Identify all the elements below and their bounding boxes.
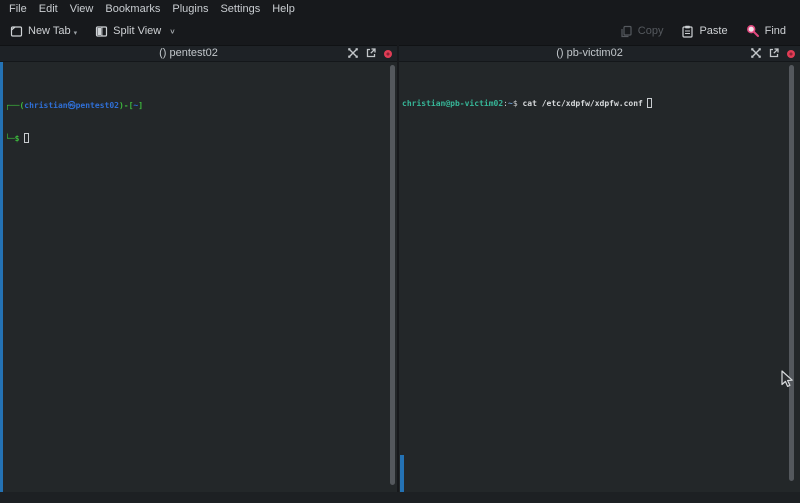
pane-header-pb-victim02[interactable]: () pb-victim02	[399, 45, 800, 62]
terminal-screen-pentest02[interactable]: ┌──(christian㉿pentest02)-[~] └─$	[0, 62, 397, 492]
prompt-line-1: ┌──(christian㉿pentest02)-[~]	[5, 100, 389, 111]
command-line: christian@pb-victim02:~$ cat /etc/xdpfw/…	[402, 98, 792, 109]
text-cursor	[24, 133, 29, 143]
terminal-screen-pb-victim02[interactable]: christian@pb-victim02:~$ cat /etc/xdpfw/…	[399, 62, 800, 492]
konsole-window: File Edit View Bookmarks Plugins Setting…	[0, 0, 800, 503]
window-bottom-edge	[0, 492, 800, 503]
close-view-button[interactable]	[787, 50, 795, 58]
scroll-highlight-bar	[0, 62, 3, 492]
split-view-icon	[95, 25, 108, 38]
paste-button[interactable]: Paste	[675, 22, 733, 41]
prompt-line-2: └─$	[5, 133, 389, 144]
copy-icon	[620, 25, 633, 38]
pane-title: () pentest02	[0, 46, 397, 61]
paste-icon	[681, 25, 694, 38]
terminal-pane-pb-victim02: () pb-victim02	[399, 45, 800, 492]
text-cursor	[647, 98, 652, 108]
menu-file[interactable]: File	[3, 0, 33, 18]
new-tab-label: New Tab	[28, 25, 71, 37]
paste-label: Paste	[699, 25, 727, 37]
left-pane-scrollbar[interactable]	[390, 65, 395, 485]
pane-title: () pb-victim02	[399, 46, 800, 61]
copy-label: Copy	[638, 25, 664, 37]
find-icon	[746, 24, 760, 38]
menu-edit[interactable]: Edit	[33, 0, 64, 18]
menu-bar: File Edit View Bookmarks Plugins Setting…	[0, 0, 800, 18]
scroll-highlight-marker	[400, 455, 404, 492]
new-tab-dropdown-caret[interactable]: ▾	[74, 29, 78, 37]
find-button[interactable]: Find	[740, 21, 792, 41]
menu-bookmarks[interactable]: Bookmarks	[99, 0, 166, 18]
detach-view-icon[interactable]	[769, 45, 779, 63]
split-view-button[interactable]: Split View ∨	[89, 22, 182, 41]
maximize-view-icon[interactable]	[348, 45, 358, 63]
close-view-button[interactable]	[384, 50, 392, 58]
menu-settings[interactable]: Settings	[214, 0, 266, 18]
terminal-pane-pentest02: () pentest02	[0, 45, 397, 492]
new-tab-icon	[10, 25, 23, 38]
main-toolbar: New Tab ▾ Split View ∨ Copy	[0, 18, 800, 44]
copy-button[interactable]: Copy	[614, 22, 670, 41]
split-view-label: Split View	[113, 25, 161, 37]
maximize-view-icon[interactable]	[751, 45, 761, 63]
menu-help[interactable]: Help	[266, 0, 301, 18]
pane-header-pentest02[interactable]: () pentest02	[0, 45, 397, 62]
find-label: Find	[765, 25, 786, 37]
menu-plugins[interactable]: Plugins	[166, 0, 214, 18]
right-pane-scrollbar[interactable]	[789, 65, 794, 481]
split-view-chevron-icon[interactable]: ∨	[169, 27, 176, 36]
detach-view-icon[interactable]	[366, 45, 376, 63]
menu-view[interactable]: View	[64, 0, 100, 18]
new-tab-button[interactable]: New Tab ▾	[4, 22, 83, 41]
